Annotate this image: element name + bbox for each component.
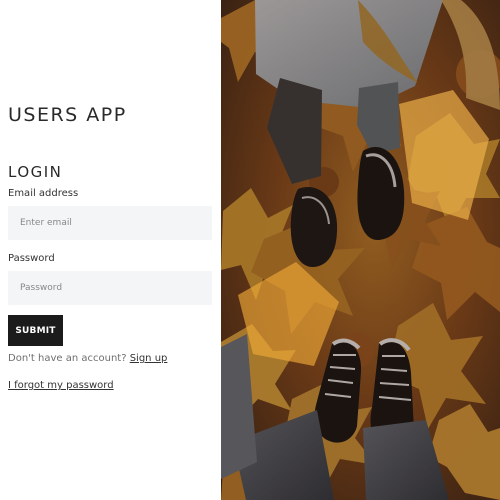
email-label: Email address (8, 188, 79, 199)
app-title: USERS APP (8, 104, 127, 126)
login-panel: USERS APP LOGIN Email address Password S… (0, 0, 221, 500)
users-app-login-page: USERS APP LOGIN Email address Password S… (0, 0, 500, 500)
signup-link[interactable]: Sign up (130, 353, 168, 364)
autumn-photo-illustration (221, 0, 500, 500)
photo-shadow-overlay (221, 0, 500, 500)
password-field[interactable] (8, 271, 212, 305)
autumn-leaves-photo (221, 0, 500, 500)
login-heading: LOGIN (8, 163, 63, 181)
signup-line: Don't have an account? Sign up (8, 353, 167, 364)
submit-button[interactable]: SUBMIT (8, 315, 63, 346)
email-field[interactable] (8, 206, 212, 240)
signup-prompt: Don't have an account? (8, 353, 127, 364)
password-label: Password (8, 253, 55, 264)
forgot-password-link[interactable]: I forgot my password (8, 380, 114, 391)
